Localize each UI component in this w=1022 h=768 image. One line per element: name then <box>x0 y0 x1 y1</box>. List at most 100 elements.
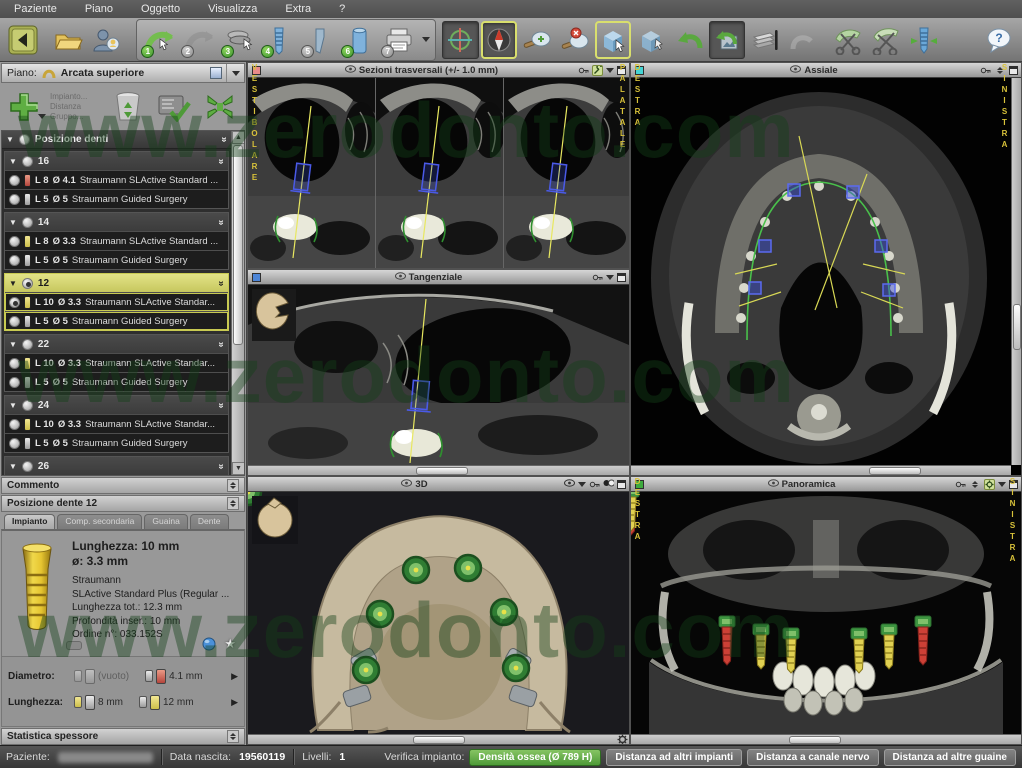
key-icon[interactable] <box>578 65 589 76</box>
group-radio-icon[interactable] <box>22 339 33 350</box>
length-option-12[interactable]: 12 mm <box>139 695 194 710</box>
scrollbar-handle[interactable] <box>233 145 243 345</box>
validate-plan-button[interactable] <box>154 87 194 127</box>
back-button[interactable] <box>5 21 41 59</box>
collapse-triangle-icon[interactable]: ▼ <box>9 401 17 410</box>
key-icon[interactable] <box>589 479 600 490</box>
menu-extra[interactable]: Extra <box>271 3 325 15</box>
workflow-dropdown-icon[interactable] <box>422 37 430 42</box>
delete-object-button[interactable] <box>108 87 148 127</box>
sleeve-row[interactable]: L 5 Ø 5 Straumann Guided Surgery <box>5 189 228 208</box>
collapse-group-icon[interactable]: » <box>216 402 227 408</box>
sleeve-row[interactable]: L 5 Ø 5 Straumann Guided Surgery <box>5 372 228 391</box>
model-step-button[interactable]: 3 <box>220 21 258 59</box>
implant-row[interactable]: L 8 Ø 4.1 Straumann SLActive Standard ..… <box>5 170 228 189</box>
tab-impianto[interactable]: Impianto <box>4 514 55 529</box>
tab-comp-secondaria[interactable]: Comp. secondaria <box>57 514 142 529</box>
zoom-in-button[interactable] <box>519 21 555 59</box>
collapse-triangle-icon[interactable]: ▼ <box>9 218 17 227</box>
maximize-icon[interactable] <box>617 273 626 282</box>
item-radio-icon[interactable] <box>9 316 20 327</box>
insert-implant-button[interactable] <box>906 21 942 59</box>
collapse-triangle-icon[interactable]: ▼ <box>9 462 17 471</box>
rotate-cube-button[interactable] <box>633 21 669 59</box>
visibility-dropdown-icon[interactable] <box>578 482 586 487</box>
implant-row[interactable]: L 10 Ø 3.3 Straumann SLActive Standar... <box>5 353 228 372</box>
collapse-group-icon[interactable]: » <box>216 158 227 164</box>
plan-selector-bar[interactable]: Piano: Arcata superiore <box>1 63 245 83</box>
select-cube-button[interactable] <box>595 21 631 59</box>
distribute-button[interactable] <box>200 87 240 127</box>
commento-section-header[interactable]: Commento <box>1 477 245 494</box>
sleeve-row[interactable]: L 5 Ø 5 Straumann Guided Surgery <box>5 250 228 269</box>
collapse-triangle-icon[interactable]: ▼ <box>9 157 17 166</box>
axial-ct-image[interactable] <box>631 78 1011 466</box>
diameter-option-empty[interactable]: (vuoto) <box>74 669 129 684</box>
zoom-reset-button[interactable] <box>557 21 593 59</box>
item-radio-icon[interactable] <box>9 297 20 308</box>
tooth-position-section-header[interactable]: Posizione dente 12 <box>1 495 245 512</box>
implant-row[interactable]: L 8 Ø 3.3 Straumann SLActive Standard ..… <box>5 231 228 250</box>
plan-dropdown-button[interactable] <box>226 64 244 82</box>
group-radio-icon[interactable] <box>22 278 33 289</box>
tooth-group-header[interactable]: ▼ 26 » <box>5 457 228 475</box>
implant-row[interactable]: L 10 Ø 3.3 Straumann SLActive Standar... <box>5 414 228 433</box>
length-option-8[interactable]: 8 mm <box>74 695 123 710</box>
threed-render[interactable] <box>248 492 629 734</box>
implant-list-scrollbar[interactable]: ▲ ▼ <box>231 131 244 475</box>
distance-sleeves-button[interactable]: Distanza ad altre guaine <box>884 749 1016 766</box>
menu-visualizza[interactable]: Visualizza <box>194 3 271 15</box>
favorite-star-icon[interactable]: ★ <box>224 636 236 652</box>
tooth-group-header[interactable]: ▼ 22 » <box>5 335 228 353</box>
collapse-all-icon[interactable]: » <box>219 137 230 143</box>
axial-vscrollbar[interactable] <box>1011 78 1021 465</box>
tangential-ct-image[interactable] <box>248 285 629 465</box>
wrench-icon[interactable] <box>593 66 602 75</box>
diameter-next-icon[interactable]: ▶ <box>231 671 238 682</box>
help-button[interactable]: ? <box>981 21 1017 59</box>
tooth-group-header[interactable]: ▼ 24 » <box>5 396 228 414</box>
collapse-group-icon[interactable]: » <box>216 280 227 286</box>
step-2-button[interactable]: 2 <box>180 21 218 59</box>
cross-sections-header[interactable]: Sezioni trasversali (+/- 1.0 mm) <box>248 63 629 78</box>
export-view-button[interactable] <box>709 21 745 59</box>
panel-dropdown-icon[interactable] <box>606 68 614 73</box>
add-menu-distance[interactable]: Distanza <box>50 102 102 112</box>
implant-list-header[interactable]: ▼ Posizione denti » <box>2 131 231 149</box>
add-menu-implant[interactable]: Impianto... <box>50 92 102 102</box>
gear-icon[interactable] <box>985 480 994 489</box>
tangential-header[interactable]: Tangenziale <box>248 270 629 285</box>
tab-dente[interactable]: Dente <box>190 514 229 529</box>
menu-help[interactable]: ? <box>325 3 359 15</box>
open-folder-button[interactable] <box>50 21 86 59</box>
plan-report-icon[interactable] <box>210 67 222 79</box>
cut-section-button[interactable] <box>830 21 866 59</box>
add-menu-group[interactable]: Gruppo... <box>50 112 102 122</box>
scroll-down-icon[interactable]: ▼ <box>232 462 245 475</box>
collapse-triangle-icon[interactable]: ▼ <box>9 279 17 288</box>
statistics-section-header[interactable]: Statistica spessore <box>1 728 245 745</box>
scrollbar-handle[interactable] <box>789 736 841 744</box>
print-step-button[interactable]: 7 <box>380 21 418 59</box>
collapse-triangle-icon[interactable]: ▼ <box>9 340 17 349</box>
threed-hscrollbar[interactable] <box>248 734 629 744</box>
tooth-group-header[interactable]: ▼ 16 » <box>5 152 228 170</box>
key-icon[interactable] <box>592 272 603 283</box>
settings-gear-icon[interactable] <box>617 734 628 745</box>
collapse-spinner-icon[interactable] <box>227 479 239 492</box>
collapse-group-icon[interactable]: » <box>216 341 227 347</box>
menu-paziente[interactable]: Paziente <box>0 3 71 15</box>
list-radio-icon[interactable] <box>19 134 30 145</box>
item-radio-icon[interactable] <box>9 194 20 205</box>
item-radio-icon[interactable] <box>9 438 20 449</box>
cross-section-ct-images[interactable] <box>248 78 629 268</box>
item-radio-icon[interactable] <box>9 419 20 430</box>
panoramic-hscrollbar[interactable] <box>631 734 1021 744</box>
plan-step-button[interactable]: 1 <box>140 21 178 59</box>
collapse-group-icon[interactable]: » <box>216 463 227 469</box>
menu-oggetto[interactable]: Oggetto <box>127 3 194 15</box>
scrollbar-handle[interactable] <box>416 467 468 475</box>
panel-dropdown-icon[interactable] <box>998 482 1006 487</box>
collapse-spinner-icon[interactable] <box>227 730 239 743</box>
item-radio-icon[interactable] <box>9 255 20 266</box>
